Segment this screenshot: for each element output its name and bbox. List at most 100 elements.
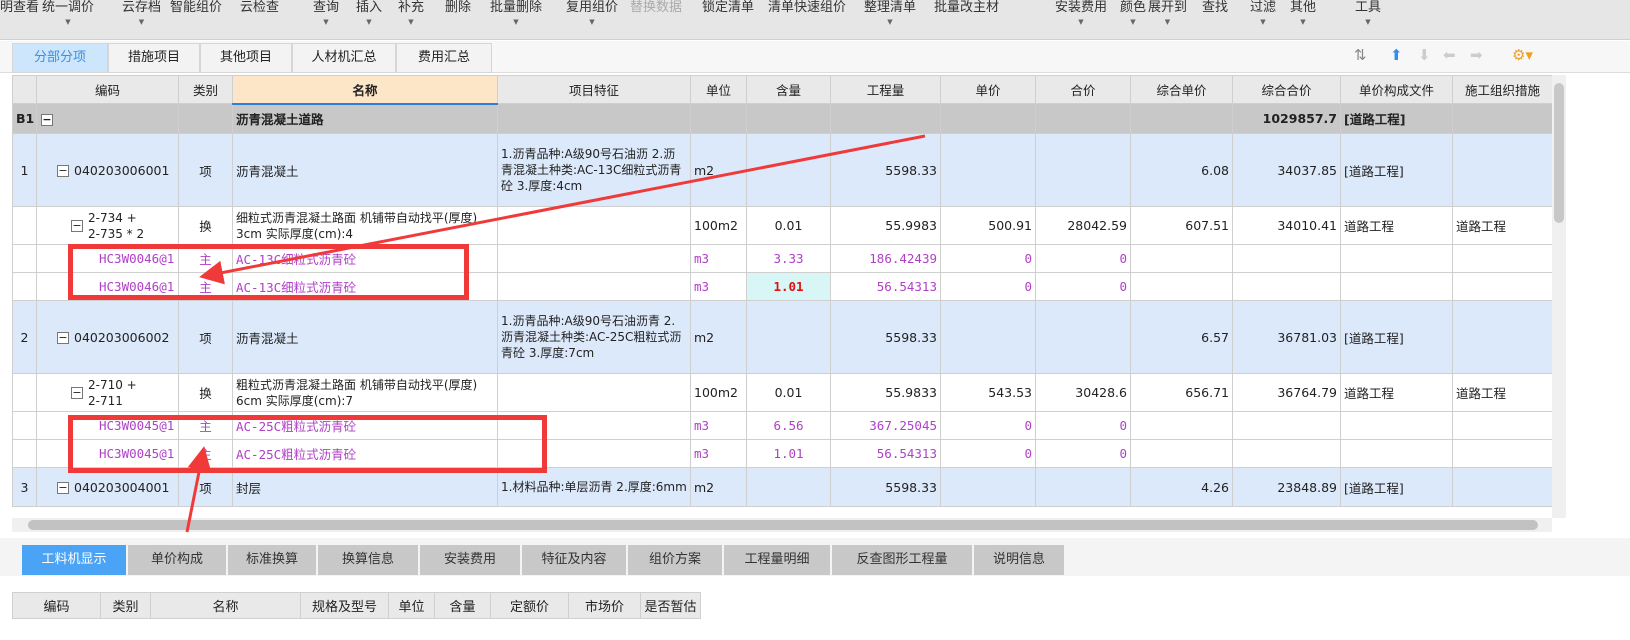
table-cell[interactable]: 23848.89 xyxy=(1232,467,1341,507)
table-cell[interactable]: 656.71 xyxy=(1130,373,1233,412)
dropdown-arrow-icon[interactable]: ▼ xyxy=(1130,18,1135,26)
table-cell[interactable]: m3 xyxy=(690,439,747,468)
toolbar-button[interactable]: 查询 ▼ xyxy=(313,0,339,26)
table-cell[interactable] xyxy=(1232,439,1341,468)
dropdown-arrow-icon[interactable]: ▼ xyxy=(887,18,892,26)
table-cell[interactable]: 0.01 xyxy=(746,373,831,412)
table-cell[interactable]: m2 xyxy=(690,300,747,374)
column-header[interactable]: 综合合价 xyxy=(1232,75,1341,104)
bottom-tab[interactable]: 单价构成 xyxy=(128,545,226,575)
table-row[interactable]: 2 −040203006002 项 沥青混凝土 1.沥青品种:A级90号石油沥青 2.沥… xyxy=(12,300,1553,374)
column-header[interactable]: 综合单价 xyxy=(1130,75,1233,104)
table-cell[interactable]: 道路工程 xyxy=(1452,373,1553,412)
toolbar-button[interactable]: 整理清单 ▼ xyxy=(864,0,916,26)
table-cell[interactable] xyxy=(1130,272,1233,301)
collapse-toggle-icon[interactable]: − xyxy=(57,482,69,494)
table-cell[interactable]: 道路工程 xyxy=(1452,206,1553,245)
bottom-tab[interactable]: 安装费用 xyxy=(420,545,520,575)
table-row[interactable]: −2-734 + 2-735 * 2 换 细粒式沥青混凝土路面 机铺带自动找平(厚度… xyxy=(12,206,1553,245)
collapse-toggle-icon[interactable]: − xyxy=(71,219,83,232)
table-cell[interactable]: 1.沥青品种:A级90号石油沥 2.沥青混凝土种类:AC-13C细粒式沥青砼 3… xyxy=(497,133,691,207)
table-cell[interactable]: 5598.33 xyxy=(830,133,941,207)
column-header[interactable]: 合价 xyxy=(1035,75,1131,104)
table-cell[interactable] xyxy=(12,206,37,245)
table-cell[interactable] xyxy=(178,103,233,134)
table-row[interactable]: 1 −040203006001 项 沥青混凝土 1.沥青品种:A级90号石油沥 2.沥青… xyxy=(12,133,1553,207)
table-cell[interactable]: 封层 xyxy=(232,467,498,507)
table-cell[interactable] xyxy=(1130,244,1233,273)
table-cell[interactable]: 56.54313 xyxy=(830,272,941,301)
table-cell[interactable]: −040203006002 xyxy=(36,300,179,374)
table-cell[interactable]: 34010.41 xyxy=(1232,206,1341,245)
table-cell[interactable]: 2 xyxy=(12,300,37,374)
table-cell[interactable] xyxy=(1035,133,1131,207)
table-cell[interactable]: 55.9833 xyxy=(830,373,941,412)
toolbar-button[interactable]: 过滤 ▼ xyxy=(1250,0,1276,26)
table-cell[interactable]: m3 xyxy=(690,272,747,301)
tab-cuoshi[interactable]: 措施项目 xyxy=(108,43,200,73)
toolbar-button[interactable]: 替换数据 xyxy=(630,0,682,15)
table-cell[interactable] xyxy=(12,272,37,301)
table-cell[interactable] xyxy=(1340,272,1453,301)
column-header[interactable]: 单价 xyxy=(940,75,1036,104)
toolbar-button[interactable]: 工具 ▼ xyxy=(1355,0,1381,26)
table-cell[interactable]: −2-734 + 2-735 * 2 xyxy=(36,206,179,245)
table-cell[interactable]: 换 xyxy=(178,373,233,412)
table-cell[interactable]: 500.91 xyxy=(940,206,1036,245)
table-cell[interactable] xyxy=(497,244,691,273)
dropdown-arrow-icon[interactable]: ▼ xyxy=(65,18,70,26)
tab-fenbu[interactable]: 分部分项 xyxy=(12,43,108,73)
table-cell[interactable]: 道路工程 xyxy=(1340,206,1453,245)
table-cell[interactable]: 543.53 xyxy=(940,373,1036,412)
dropdown-arrow-icon[interactable]: ▼ xyxy=(139,18,144,26)
table-cell[interactable]: −2-710 + 2-711 xyxy=(36,373,179,412)
table-row[interactable]: −2-710 + 2-711 换 粗粒式沥青混凝土路面 机铺带自动找平(厚度) 6c… xyxy=(12,373,1553,412)
table-cell[interactable]: B1 xyxy=(12,103,37,134)
table-row[interactable]: B1− 沥青混凝土道路 1029857.7 [道路工程] xyxy=(12,103,1553,134)
bottom-column-header[interactable]: 是否暂估 xyxy=(640,592,701,619)
toolbar-button[interactable]: 批量改主材 xyxy=(934,0,999,15)
table-cell[interactable]: 100m2 xyxy=(690,373,747,412)
table-cell[interactable]: 3.33 xyxy=(746,244,831,273)
collapse-toggle-icon[interactable]: − xyxy=(57,165,69,177)
bottom-column-header[interactable]: 名称 xyxy=(150,592,301,619)
table-cell[interactable] xyxy=(830,103,941,134)
toolbar-button[interactable]: 云存档 ▼ xyxy=(122,0,161,26)
table-cell[interactable] xyxy=(1130,439,1233,468)
table-cell[interactable]: 6.57 xyxy=(1130,300,1233,374)
table-cell[interactable] xyxy=(1232,411,1341,440)
column-header[interactable]: 单位 xyxy=(690,75,747,104)
table-cell[interactable] xyxy=(1452,467,1553,507)
table-cell[interactable]: 道路工程 xyxy=(1340,373,1453,412)
table-cell[interactable]: 细粒式沥青混凝土路面 机铺带自动找平(厚度) 3cm 实际厚度(cm):4 xyxy=(232,206,498,245)
table-cell[interactable] xyxy=(1035,300,1131,374)
toolbar-button[interactable]: 插入 ▼ xyxy=(356,0,382,26)
dropdown-arrow-icon[interactable]: ▼ xyxy=(1165,18,1170,26)
table-cell[interactable]: 1.沥青品种:A级90号石油沥青 2.沥青混凝土种类:AC-25C粗粒式沥青砼 … xyxy=(497,300,691,374)
table-cell[interactable] xyxy=(1340,439,1453,468)
table-cell[interactable] xyxy=(1340,244,1453,273)
table-cell[interactable]: 1029857.7 xyxy=(1232,103,1341,134)
table-cell[interactable] xyxy=(497,103,691,134)
dropdown-arrow-icon[interactable]: ▼ xyxy=(408,18,413,26)
toolbar-button[interactable]: 批量删除 ▼ xyxy=(490,0,542,26)
toolbar-button[interactable]: 复用组价 ▼ xyxy=(566,0,618,26)
table-cell[interactable] xyxy=(12,439,37,468)
table-cell[interactable]: 6.08 xyxy=(1130,133,1233,207)
toolbar-button[interactable]: 云检查 xyxy=(240,0,279,15)
bottom-column-header[interactable]: 单位 xyxy=(388,592,435,619)
table-cell[interactable]: − xyxy=(36,103,179,134)
toolbar-button[interactable]: 补充 ▼ xyxy=(398,0,424,26)
table-cell[interactable]: 0 xyxy=(1035,272,1131,301)
table-cell[interactable] xyxy=(1130,411,1233,440)
table-cell[interactable]: 6.56 xyxy=(746,411,831,440)
dropdown-arrow-icon[interactable]: ▼ xyxy=(323,18,328,26)
table-cell[interactable]: m2 xyxy=(690,133,747,207)
table-cell[interactable]: 36781.03 xyxy=(1232,300,1341,374)
table-cell[interactable]: 34037.85 xyxy=(1232,133,1341,207)
dropdown-arrow-icon[interactable]: ▼ xyxy=(1365,18,1370,26)
bottom-tab[interactable]: 标准换算 xyxy=(228,545,316,575)
toolbar-button[interactable]: 删除 xyxy=(445,0,471,15)
table-cell[interactable]: 28042.59 xyxy=(1035,206,1131,245)
table-cell[interactable]: 0 xyxy=(1035,411,1131,440)
